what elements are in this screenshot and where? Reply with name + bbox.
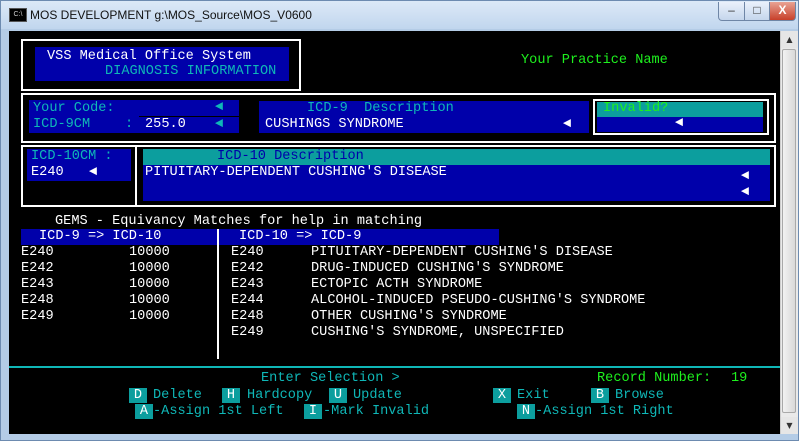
gems-header-bar: ICD-9 => ICD-10 ICD-10 => ICD-9 <box>21 229 499 245</box>
icd9-separator: : <box>125 117 134 132</box>
gems-right-desc: DRUG-INDUCED CUSHING'S SYNDROME <box>311 261 564 276</box>
title-bar[interactable]: C:\ MOS DEVELOPMENT g:\MOS_Source\MOS_V0… <box>1 1 798 29</box>
gems-column-divider <box>217 229 219 359</box>
icd9-desc-field[interactable]: CUSHINGS SYNDROME ◄ <box>259 117 589 133</box>
gems-left-flag: 10000 <box>129 309 170 324</box>
icd10-divider <box>135 145 137 207</box>
command-key[interactable]: B <box>591 388 609 403</box>
scroll-down-icon[interactable]: ▼ <box>781 417 798 434</box>
your-code-field[interactable]: ◄ <box>139 100 239 116</box>
command-label[interactable]: Exit <box>517 388 550 404</box>
practice-name: Your Practice Name <box>521 53 668 68</box>
close-button[interactable]: X <box>769 2 796 21</box>
gems-title: GEMS - Equivancy Matches for help in mat… <box>55 214 423 229</box>
command-key[interactable]: X <box>493 388 511 403</box>
footer-divider <box>9 366 780 368</box>
gems-left-code[interactable]: E248 <box>21 293 54 309</box>
record-number-label: Record Number: <box>597 371 712 386</box>
gems-right-code[interactable]: E249 <box>231 325 264 341</box>
console-area[interactable]: VSS Medical Office System DIAGNOSIS INFO… <box>9 31 780 434</box>
gems-right-code[interactable]: E248 <box>231 309 264 325</box>
gems-left-code[interactable]: E240 <box>21 245 54 261</box>
your-code-arrow-icon: ◄ <box>215 100 224 115</box>
gems-right-desc: PITUITARY-DEPENDENT CUSHING'S DISEASE <box>311 245 613 260</box>
command-key[interactable]: N <box>517 404 535 419</box>
icd9-desc-arrow-icon: ◄ <box>563 117 572 132</box>
command-key[interactable]: A <box>135 404 153 419</box>
gems-left-flag: 10000 <box>129 293 170 308</box>
icd10-code-value: E240 <box>31 165 64 180</box>
icd10-desc-header: ICD-10 Description <box>143 149 770 165</box>
gems-right-header: ICD-10 => ICD-9 <box>239 229 362 244</box>
icd10-label: ICD-10CM : <box>31 149 113 164</box>
console-window: C:\ MOS DEVELOPMENT g:\MOS_Source\MOS_V0… <box>0 0 799 441</box>
command-label[interactable]: Hardcopy <box>247 388 312 404</box>
gems-right-desc: ALCOHOL-INDUCED PSEUDO-CUSHING'S SYNDROM… <box>311 293 646 308</box>
icd9-desc-header: ICD-9 Description <box>259 101 589 117</box>
gems-right-code[interactable]: E242 <box>231 261 264 277</box>
gems-right-code[interactable]: E240 <box>231 245 264 261</box>
command-label[interactable]: -Assign 1st Right <box>535 404 674 420</box>
console-icon[interactable]: C:\ <box>9 8 27 22</box>
gems-left-code[interactable]: E242 <box>21 261 54 277</box>
maximize-button[interactable]: □ <box>744 2 770 21</box>
gems-left-code[interactable]: E243 <box>21 277 54 293</box>
icd10-code-field[interactable]: E240 ◄ <box>27 165 131 181</box>
icd9-code-value: 255.0 <box>145 117 186 132</box>
command-key[interactable]: U <box>329 388 347 403</box>
icd10-desc-arrow-icon-2: ◄ <box>741 185 750 200</box>
app-name: VSS Medical Office System <box>47 49 251 64</box>
icd9-label: ICD-9CM <box>33 117 91 132</box>
invalid-header: Invalid? <box>597 101 763 117</box>
gems-right-desc: ECTOPIC ACTH SYNDROME <box>311 277 483 292</box>
icd10-desc-arrow-icon-1: ◄ <box>741 169 750 184</box>
gems-right-desc: CUSHING'S SYNDROME, UNSPECIFIED <box>311 325 564 340</box>
icd9-code-field[interactable]: 255.0 ◄ <box>139 117 239 133</box>
gems-left-flag: 10000 <box>129 245 170 260</box>
window-title: MOS DEVELOPMENT g:\MOS_Source\MOS_V0600 <box>30 8 312 22</box>
icd9-desc-label: ICD-9 Description <box>307 101 454 116</box>
icd10-label-bg: ICD-10CM : <box>27 149 131 165</box>
icd9-desc-value: CUSHINGS SYNDROME <box>265 117 404 132</box>
icd10-desc-label: ICD-10 Description <box>217 149 364 164</box>
scroll-up-icon[interactable]: ▲ <box>781 31 798 48</box>
gems-right-code[interactable]: E244 <box>231 293 264 309</box>
your-code-label: Your Code: <box>33 101 115 116</box>
scrollbar-thumb[interactable] <box>782 49 796 413</box>
invalid-field[interactable]: ◄ <box>597 116 763 132</box>
command-label[interactable]: Update <box>353 388 402 404</box>
command-key[interactable]: I <box>304 404 322 419</box>
screen-name: DIAGNOSIS INFORMATION <box>105 64 277 79</box>
gems-right-desc: OTHER CUSHING'S SYNDROME <box>311 309 507 324</box>
record-number-value: 19 <box>731 371 748 386</box>
icd10-desc-line-1: PITUITARY-DEPENDENT CUSHING'S DISEASE <box>145 165 447 180</box>
command-label[interactable]: -Assign 1st Left <box>153 404 284 420</box>
command-key[interactable]: D <box>129 388 147 403</box>
command-label[interactable]: Delete <box>153 388 202 404</box>
gems-right-code[interactable]: E243 <box>231 277 264 293</box>
minimize-button[interactable]: – <box>718 2 745 21</box>
enter-selection-prompt: Enter Selection > <box>261 371 400 386</box>
icd10-code-arrow-icon: ◄ <box>89 165 98 180</box>
invalid-label: Invalid? <box>603 101 669 116</box>
icd9-arrow-icon: ◄ <box>215 117 224 132</box>
gems-left-header: ICD-9 => ICD-10 <box>39 229 162 244</box>
invalid-arrow-icon: ◄ <box>675 116 684 131</box>
command-key[interactable]: H <box>222 388 240 403</box>
command-label[interactable]: Browse <box>615 388 664 404</box>
icd10-desc-field[interactable]: PITUITARY-DEPENDENT CUSHING'S DISEASE ◄ … <box>143 165 770 201</box>
gems-left-flag: 10000 <box>129 277 170 292</box>
command-label[interactable]: -Mark Invalid <box>323 404 429 420</box>
gems-left-flag: 10000 <box>129 261 170 276</box>
vertical-scrollbar[interactable]: ▲ ▼ <box>780 31 798 434</box>
gems-left-code[interactable]: E249 <box>21 309 54 325</box>
